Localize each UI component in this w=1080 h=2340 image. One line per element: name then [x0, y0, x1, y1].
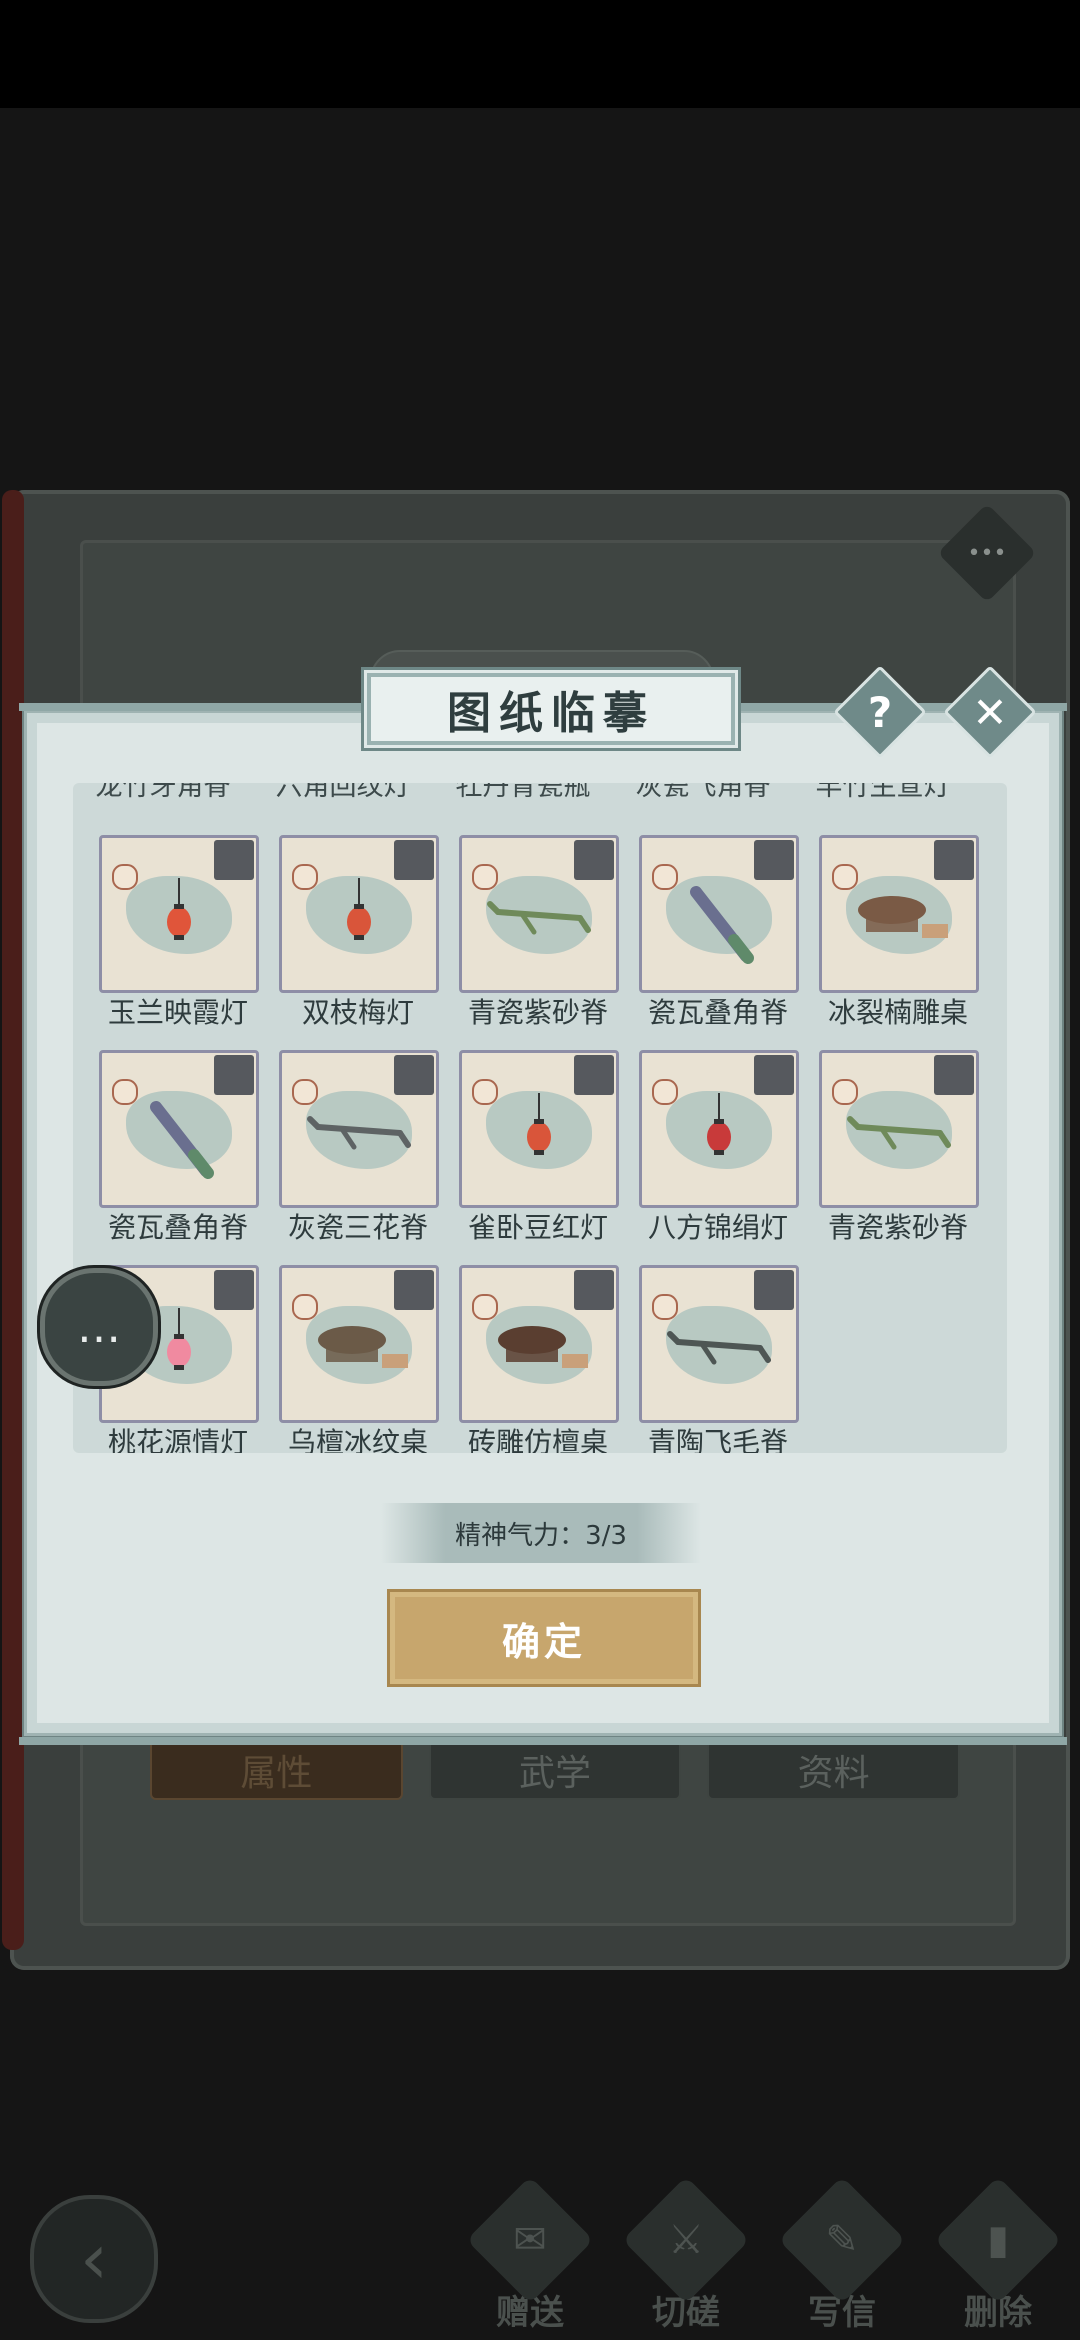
blueprint-card[interactable]: 青瓷紫砂脊 [819, 1050, 979, 1244]
tab-attributes[interactable]: 属性 [150, 1740, 403, 1800]
blueprint-paper [279, 1050, 439, 1208]
write-letter-button[interactable]: ✎ 写信 [772, 2176, 912, 2335]
blueprint-card[interactable]: 冰裂楠雕桌 [819, 835, 979, 1029]
blueprint-card[interactable]: 青陶飞毛脊 [639, 1265, 799, 1453]
blueprint-card[interactable]: 八方锦绢灯 [639, 1050, 799, 1244]
chat-bubble-icon: … [77, 1301, 121, 1353]
select-checkbox[interactable] [574, 1270, 614, 1310]
blueprint-name: 玉兰映霞灯 [107, 996, 248, 1029]
select-checkbox[interactable] [394, 1055, 434, 1095]
blueprint-name: 砖雕仿檀桌 [467, 1426, 608, 1453]
trash-icon: ▮ [934, 2176, 1062, 2304]
list-item-label: 六角回纹灯 [275, 783, 411, 802]
blueprint-card[interactable]: 玉兰映霞灯 [99, 835, 259, 1029]
blueprint-paper [639, 1050, 799, 1208]
spar-button[interactable]: ⚔ 切磋 [616, 2176, 756, 2335]
select-checkbox[interactable] [754, 840, 794, 880]
list-item-label: 丰竹生宣灯 [815, 783, 951, 802]
blueprint-name: 青陶飞毛脊 [647, 1426, 788, 1453]
chat-button[interactable]: … [40, 1268, 158, 1386]
sword-icon: ⚔ [622, 2176, 750, 2304]
blueprint-name: 双枝梅灯 [301, 996, 414, 1029]
blueprint-paper [279, 835, 439, 993]
blueprint-grid[interactable]: 龙竹牙角脊 六角回纹灯 牡丹青瓷瓶 灰瓷飞角脊 丰竹生宣灯 玉兰映霞灯 双枝梅灯青… [73, 783, 1007, 1453]
blueprint-name: 冰裂楠雕桌 [827, 996, 968, 1029]
blueprint-name: 乌檀冰纹桌 [287, 1426, 428, 1453]
list-item-label: 龙竹牙角脊 [95, 783, 231, 802]
blueprint-name: 灰瓷三花脊 [287, 1211, 428, 1244]
close-icon: ✕ [972, 687, 1008, 737]
tab-profile[interactable]: 资料 [707, 1740, 961, 1800]
blueprint-name: 桃花源情灯 [107, 1426, 248, 1453]
question-icon: ? [867, 687, 893, 737]
dialog-bottom-rail [19, 1737, 1067, 1745]
select-checkbox[interactable] [214, 1270, 254, 1310]
gift-button[interactable]: ✉ 赠送 [460, 2176, 600, 2335]
blueprint-paper [99, 1050, 259, 1208]
select-checkbox[interactable] [394, 840, 434, 880]
gift-scroll-icon: ✉ [466, 2176, 594, 2304]
list-item-label: 牡丹青瓷瓶 [455, 783, 591, 802]
blueprint-card[interactable]: 乌檀冰纹桌 [279, 1265, 439, 1453]
select-checkbox[interactable] [754, 1055, 794, 1095]
select-checkbox[interactable] [934, 840, 974, 880]
blueprint-paper [459, 1050, 619, 1208]
select-checkbox[interactable] [934, 1055, 974, 1095]
status-bar [0, 0, 1080, 108]
select-checkbox[interactable] [214, 1055, 254, 1095]
blueprint-paper [639, 1265, 799, 1423]
blueprint-paper [819, 1050, 979, 1208]
blueprint-card[interactable]: 雀卧豆红灯 [459, 1050, 619, 1244]
back-button[interactable]: ‹ [30, 2195, 158, 2323]
book-tab-bar: 属性 武学 资料 [150, 1740, 961, 1800]
more-options-button[interactable]: ••• [937, 503, 1037, 603]
blueprint-paper [99, 835, 259, 993]
blueprint-paper [279, 1265, 439, 1423]
ellipsis-icon: ••• [967, 540, 1007, 566]
blueprint-name: 八方锦绢灯 [647, 1211, 788, 1244]
blueprint-card[interactable]: 瓷瓦叠角脊 [99, 1050, 259, 1244]
blueprint-name: 雀卧豆红灯 [467, 1211, 608, 1244]
blueprint-name: 青瓷紫砂脊 [827, 1211, 968, 1244]
delete-button[interactable]: ▮ 删除 [928, 2176, 1068, 2335]
spirit-energy-counter: 精神气力：3/3 [381, 1503, 701, 1563]
blueprint-copy-dialog: 图纸临摹 ? ✕ 龙竹牙角脊 六角回纹灯 牡丹青瓷瓶 灰瓷飞角脊 丰竹生宣灯 玉… [19, 665, 1067, 1745]
confirm-button[interactable]: 确定 [387, 1589, 701, 1687]
letter-icon: ✎ [778, 2176, 906, 2304]
back-arrow-icon: ‹ [80, 2218, 108, 2300]
blueprint-paper [819, 835, 979, 993]
select-checkbox[interactable] [394, 1270, 434, 1310]
scrolled-row-labels: 龙竹牙角脊 六角回纹灯 牡丹青瓷瓶 灰瓷飞角脊 丰竹生宣灯 [73, 783, 1007, 817]
tab-martial-arts[interactable]: 武学 [428, 1740, 682, 1800]
select-checkbox[interactable] [214, 840, 254, 880]
select-checkbox[interactable] [574, 1055, 614, 1095]
blueprint-card[interactable]: 双枝梅灯 [279, 835, 439, 1029]
blueprint-card[interactable]: 灰瓷三花脊 [279, 1050, 439, 1244]
select-checkbox[interactable] [754, 1270, 794, 1310]
select-checkbox[interactable] [574, 840, 614, 880]
blueprint-card[interactable]: 瓷瓦叠角脊 [639, 835, 799, 1029]
blueprint-name: 青瓷紫砂脊 [467, 996, 608, 1029]
blueprint-card[interactable]: 青瓷紫砂脊 [459, 835, 619, 1029]
blueprint-paper [639, 835, 799, 993]
dialog-title: 图纸临摹 [367, 673, 735, 745]
blueprint-card[interactable]: 砖雕仿檀桌 [459, 1265, 619, 1453]
blueprint-paper [459, 1265, 619, 1423]
blueprint-name: 瓷瓦叠角脊 [107, 1211, 248, 1244]
blueprint-paper [459, 835, 619, 993]
list-item-label: 灰瓷飞角脊 [635, 783, 771, 802]
blueprint-name: 瓷瓦叠角脊 [647, 996, 788, 1029]
